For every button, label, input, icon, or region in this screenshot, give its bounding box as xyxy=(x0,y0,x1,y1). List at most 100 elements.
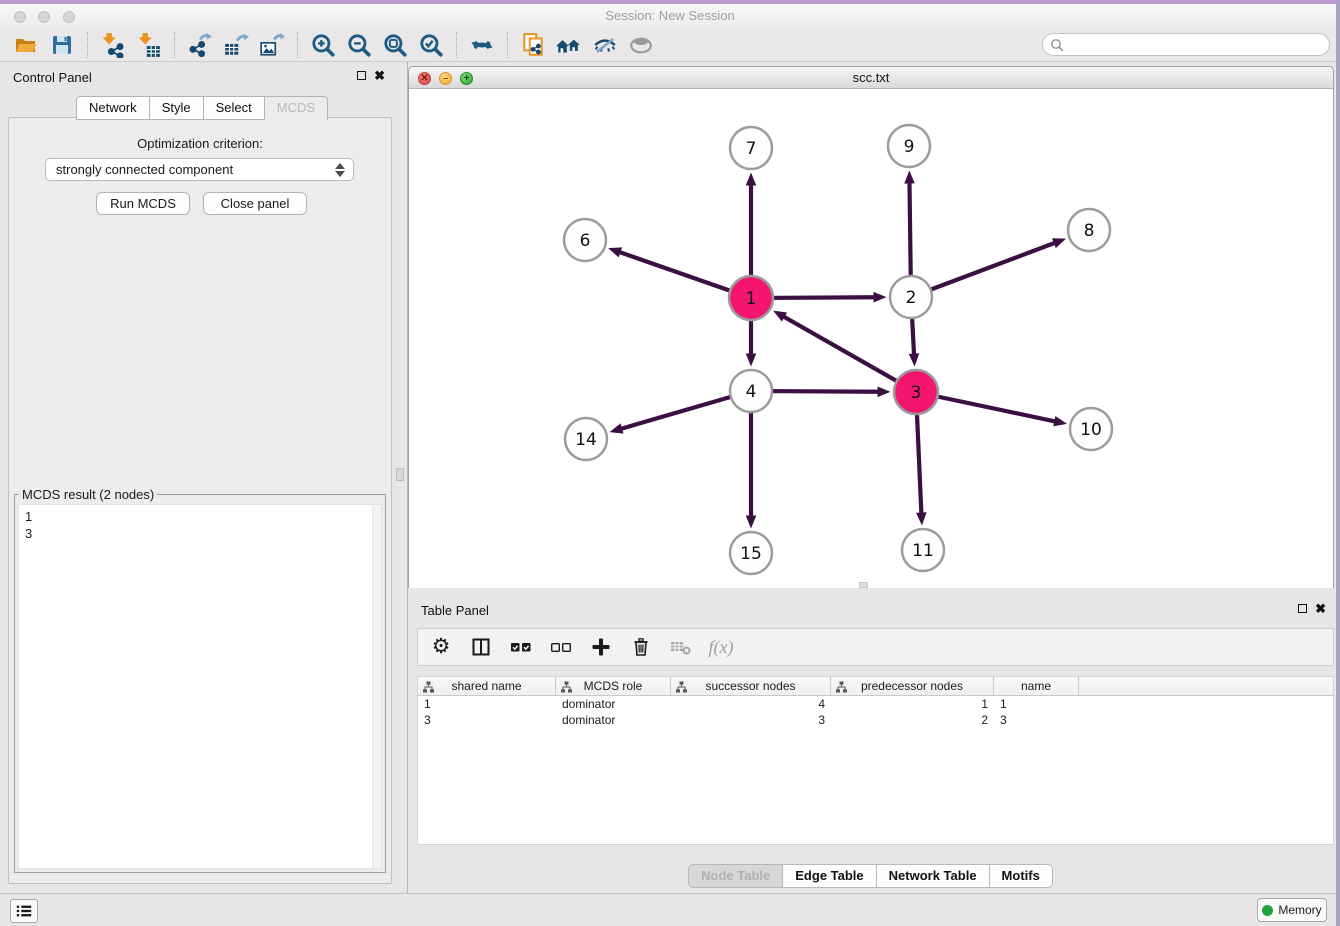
network-window-titlebar[interactable]: ✕ – + scc.txt xyxy=(409,67,1333,89)
cell-successor-nodes[interactable]: 3 xyxy=(671,713,831,727)
select-all-button[interactable] xyxy=(508,633,534,661)
delete-table-button[interactable] xyxy=(668,633,694,661)
column-header-predecessor-nodes[interactable]: predecessor nodes xyxy=(831,677,994,695)
tab-mcds[interactable]: MCDS xyxy=(264,96,328,120)
frame-maximize-icon[interactable]: + xyxy=(460,72,473,85)
toolbar-separator xyxy=(507,32,508,58)
memory-button[interactable]: Memory xyxy=(1257,898,1327,922)
frame-minimize-icon[interactable]: – xyxy=(439,72,452,85)
save-session-button[interactable] xyxy=(44,30,80,60)
close-panel-button[interactable]: Close panel xyxy=(203,192,307,215)
column-header-shared-name[interactable]: shared name xyxy=(418,677,556,695)
export-image-icon xyxy=(259,32,285,58)
cell-predecessor-nodes[interactable]: 2 xyxy=(831,713,994,727)
cell-predecessor-nodes[interactable]: 1 xyxy=(831,697,994,711)
tab-network-table[interactable]: Network Table xyxy=(876,864,990,888)
column-header-successor-nodes[interactable]: successor nodes xyxy=(671,677,831,695)
cell-shared-name[interactable]: 3 xyxy=(418,713,556,727)
export-network-icon xyxy=(187,32,213,58)
mcds-result-text[interactable]: 1 3 xyxy=(18,504,382,869)
export-network-button[interactable] xyxy=(182,30,218,60)
search-input[interactable] xyxy=(1068,38,1329,52)
birdseye-view-button[interactable] xyxy=(623,30,659,60)
close-panel-icon[interactable]: ✖ xyxy=(1315,603,1326,614)
hide-graphics-details-button[interactable] xyxy=(587,30,623,60)
mcds-result-title: MCDS result (2 nodes) xyxy=(19,487,157,502)
float-panel-icon[interactable] xyxy=(357,71,366,80)
function-builder-button[interactable]: f(x) xyxy=(708,633,734,661)
node-label-11: 11 xyxy=(912,541,934,561)
result-scrollbar[interactable] xyxy=(372,505,381,868)
divider-handle[interactable] xyxy=(396,468,404,481)
table-settings-button[interactable]: ⚙ xyxy=(428,633,454,661)
node-table: shared nameMCDS rolesuccessor nodesprede… xyxy=(417,676,1334,845)
add-button[interactable] xyxy=(588,633,614,661)
node-label-7: 7 xyxy=(746,139,757,159)
duplicate-network-button[interactable] xyxy=(515,30,551,60)
import-table-button[interactable] xyxy=(131,30,167,60)
zoom-out-icon xyxy=(346,32,372,58)
zoom-selected-icon xyxy=(418,32,444,58)
column-header-name[interactable]: name xyxy=(994,677,1079,695)
split-pane-divider-vertical[interactable] xyxy=(393,62,408,893)
search-box[interactable] xyxy=(1042,33,1330,56)
edge-2-8[interactable] xyxy=(911,243,1056,297)
tab-style[interactable]: Style xyxy=(149,96,204,120)
cell-name[interactable]: 3 xyxy=(994,713,1079,727)
zoom-in-button[interactable] xyxy=(305,30,341,60)
run-mcds-button[interactable]: Run MCDS xyxy=(96,192,190,215)
tab-edge-table[interactable]: Edge Table xyxy=(782,864,876,888)
cell-successor-nodes[interactable]: 4 xyxy=(671,697,831,711)
arrowhead-icon xyxy=(1052,238,1066,248)
node-label-8: 8 xyxy=(1084,221,1095,241)
tab-network[interactable]: Network xyxy=(76,96,150,120)
import-network-icon xyxy=(100,32,126,58)
zoom-out-button[interactable] xyxy=(341,30,377,60)
table-tabs: Node TableEdge TableNetwork TableMotifs xyxy=(408,864,1334,888)
fx-icon: f(x) xyxy=(709,637,734,658)
deselect-all-button[interactable] xyxy=(548,633,574,661)
column-header-mcds-role[interactable]: MCDS role xyxy=(556,677,671,695)
window-title: Session: New Session xyxy=(0,4,1340,28)
zoom-fit-button[interactable] xyxy=(377,30,413,60)
network-canvas[interactable]: 7968124314101511 xyxy=(409,89,1333,588)
zoom-selected-button[interactable] xyxy=(413,30,449,60)
arrowhead-icon xyxy=(1053,416,1067,426)
cell-shared-name[interactable]: 1 xyxy=(418,697,556,711)
float-panel-icon[interactable] xyxy=(1298,604,1307,613)
arrowhead-icon xyxy=(873,292,886,303)
node-label-14: 14 xyxy=(575,430,597,450)
export-table-button[interactable] xyxy=(218,30,254,60)
frame-close-icon[interactable]: ✕ xyxy=(418,72,431,85)
optimization-criterion-dropdown[interactable]: strongly connected component xyxy=(45,158,354,181)
split-pane-divider-horizontal[interactable] xyxy=(408,588,1334,595)
show-columns-button[interactable] xyxy=(468,633,494,661)
open-session-button[interactable] xyxy=(8,30,44,60)
traffic-light-close[interactable] xyxy=(14,11,26,23)
delete-button[interactable] xyxy=(628,633,654,661)
tab-select[interactable]: Select xyxy=(203,96,265,120)
table-row[interactable]: 1dominator411 xyxy=(418,696,1333,712)
traffic-light-zoom[interactable] xyxy=(63,11,75,23)
shared-column-icon xyxy=(423,681,434,693)
memory-status-icon xyxy=(1262,905,1273,916)
cell-mcds-role[interactable]: dominator xyxy=(556,697,671,711)
cell-mcds-role[interactable]: dominator xyxy=(556,713,671,727)
optimization-criterion-label: Optimization criterion: xyxy=(9,136,391,151)
toolbar-separator xyxy=(87,32,88,58)
node-label-10: 10 xyxy=(1080,420,1102,440)
refresh-view-button[interactable] xyxy=(464,30,500,60)
import-network-button[interactable] xyxy=(95,30,131,60)
task-history-button[interactable] xyxy=(10,899,38,923)
table-row[interactable]: 3dominator323 xyxy=(418,712,1333,728)
tab-node-table[interactable]: Node Table xyxy=(688,864,783,888)
network-graph: 7968124314101511 xyxy=(409,89,1333,588)
close-panel-icon[interactable]: ✖ xyxy=(374,70,385,81)
cell-name[interactable]: 1 xyxy=(994,697,1079,711)
export-image-button[interactable] xyxy=(254,30,290,60)
tab-motifs[interactable]: Motifs xyxy=(989,864,1053,888)
show-all-networks-button[interactable] xyxy=(551,30,587,60)
node-label-2: 2 xyxy=(906,288,917,308)
gear-icon: ⚙ xyxy=(432,636,451,658)
traffic-light-minimize[interactable] xyxy=(38,11,50,23)
